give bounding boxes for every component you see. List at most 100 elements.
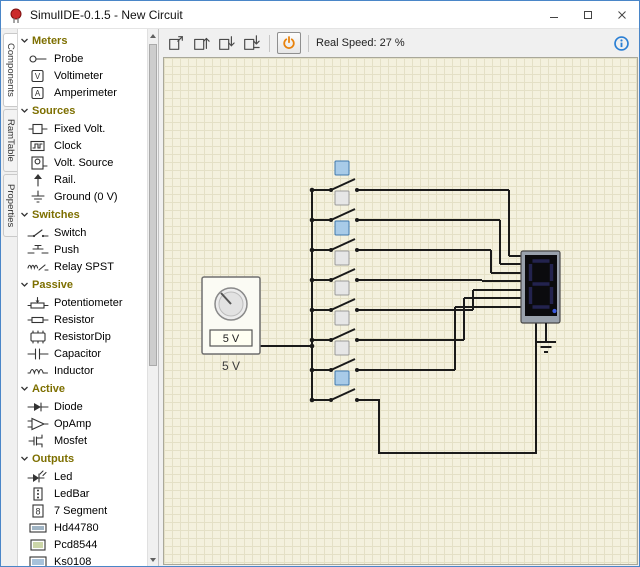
switch-toggle[interactable] xyxy=(335,311,349,325)
palette-item-label: ResistorDip xyxy=(54,331,111,343)
new-circuit-icon xyxy=(167,34,185,52)
wire-node xyxy=(310,338,315,343)
title-bar: SimulIDE-0.1.5 - New Circuit xyxy=(1,1,639,29)
palette-item-mosfet[interactable]: Mosfet xyxy=(18,432,147,449)
wire-node xyxy=(310,308,315,313)
switch-toggle[interactable] xyxy=(335,161,349,175)
switch-toggle[interactable] xyxy=(335,191,349,205)
bottom-wire xyxy=(357,323,536,453)
switch-3[interactable] xyxy=(329,221,359,252)
palette-item-resistordip[interactable]: ResistorDip xyxy=(18,328,147,345)
switch-5[interactable] xyxy=(329,281,359,312)
palette-item-amperimeter[interactable]: AAmperimeter xyxy=(18,84,147,101)
chevron-down-icon xyxy=(20,384,29,393)
palette-item-volt-source[interactable]: Volt. Source xyxy=(18,154,147,171)
switch-7[interactable] xyxy=(329,341,359,372)
palette-item-resistor[interactable]: Resistor xyxy=(18,311,147,328)
power-icon xyxy=(281,35,297,51)
category-outputs[interactable]: Outputs xyxy=(18,449,147,468)
voltage-source[interactable]: 5 V 5 V xyxy=(202,277,260,373)
scroll-up-button[interactable] xyxy=(148,29,158,42)
seven-segment-display[interactable] xyxy=(521,251,560,323)
switch-icon xyxy=(27,226,49,240)
palette-item-push[interactable]: Push xyxy=(18,241,147,258)
category-switches[interactable]: Switches xyxy=(18,205,147,224)
palette-item-clock[interactable]: Clock xyxy=(18,137,147,154)
palette-item-relay-spst[interactable]: Relay SPST xyxy=(18,258,147,275)
7segment-icon: 8 xyxy=(27,504,49,518)
palette-item-opamp[interactable]: OpAmp xyxy=(18,415,147,432)
switch-toggle[interactable] xyxy=(335,251,349,265)
side-tab-components[interactable]: Components xyxy=(3,33,17,107)
palette-item-7-segment[interactable]: 87 Segment xyxy=(18,502,147,519)
palette-item-ledbar[interactable]: LedBar xyxy=(18,485,147,502)
category-passive[interactable]: Passive xyxy=(18,275,147,294)
save-as-circuit-button[interactable] xyxy=(240,32,262,54)
palette-scrollbar[interactable] xyxy=(147,29,158,566)
palette-item-inductor[interactable]: Inductor xyxy=(18,362,147,379)
ledbar-icon xyxy=(27,487,49,501)
palette-item-switch[interactable]: Switch xyxy=(18,224,147,241)
switch-toggle[interactable] xyxy=(335,281,349,295)
palette-item-label: Led xyxy=(54,471,72,483)
switch-6[interactable] xyxy=(329,311,359,342)
palette-item-label: Probe xyxy=(54,53,83,65)
open-circuit-button[interactable] xyxy=(190,32,212,54)
palette-item-probe[interactable]: Probe xyxy=(18,50,147,67)
ground-symbol[interactable] xyxy=(536,323,556,352)
palette-item-ks0108[interactable]: Ks0108 xyxy=(18,553,147,566)
palette-item-led[interactable]: Led xyxy=(18,468,147,485)
circuit-canvas[interactable]: 5 V 5 V xyxy=(163,57,638,565)
minimize-button[interactable] xyxy=(537,1,571,28)
maximize-button[interactable] xyxy=(571,1,605,28)
palette-item-label: Hd44780 xyxy=(54,522,99,534)
category-active[interactable]: Active xyxy=(18,379,147,398)
scroll-down-button[interactable] xyxy=(148,553,158,566)
scrollbar-thumb[interactable] xyxy=(149,44,157,366)
category-label: Switches xyxy=(32,209,80,221)
side-tab-properties[interactable]: Properties xyxy=(3,174,17,237)
wire-node xyxy=(310,218,315,223)
switch-8[interactable] xyxy=(329,371,359,402)
switch-1[interactable] xyxy=(329,161,359,192)
palette-item-label: Volt. Source xyxy=(54,157,113,169)
diode-icon xyxy=(27,400,49,414)
component-palette: Meters Probe VVoltimeterAAmperimeterSource… xyxy=(18,29,159,566)
palette-item-label: Resistor xyxy=(54,314,94,326)
palette-item-rail[interactable]: Rail. xyxy=(18,171,147,188)
window-controls xyxy=(537,1,639,28)
switch-2[interactable] xyxy=(329,191,359,222)
switch-toggle[interactable] xyxy=(335,221,349,235)
palette-item-potentiometer[interactable]: Potentiometer xyxy=(18,294,147,311)
palette-item-label: Switch xyxy=(54,227,86,239)
volt-source-icon xyxy=(27,156,49,170)
close-button[interactable] xyxy=(605,1,639,28)
led-icon xyxy=(27,470,49,484)
palette-item-capacitor[interactable]: Capacitor xyxy=(18,345,147,362)
arrow-down-icon xyxy=(150,558,156,562)
palette-item-diode[interactable]: Diode xyxy=(18,398,147,415)
switch-toggle[interactable] xyxy=(335,371,349,385)
category-meters[interactable]: Meters xyxy=(18,31,147,50)
side-tab-ramtable[interactable]: RamTable xyxy=(3,109,17,172)
palette-item-fixed-volt[interactable]: Fixed Volt. xyxy=(18,120,147,137)
power-circuit-button[interactable] xyxy=(277,32,301,54)
palette-item-label: Pcd8544 xyxy=(54,539,97,551)
palette-item-voltimeter[interactable]: VVoltimeter xyxy=(18,67,147,84)
rail-icon xyxy=(27,173,49,187)
save-circuit-button[interactable] xyxy=(215,32,237,54)
category-sources[interactable]: Sources xyxy=(18,101,147,120)
new-circuit-button[interactable] xyxy=(165,32,187,54)
app-icon xyxy=(8,7,24,23)
inductor-icon xyxy=(27,364,49,378)
palette-item-ground-0-v[interactable]: Ground (0 V) xyxy=(18,188,147,205)
palette-item-pcd8544[interactable]: Pcd8544 xyxy=(18,536,147,553)
palette-item-label: Potentiometer xyxy=(54,297,122,309)
window-title: SimulIDE-0.1.5 - New Circuit xyxy=(30,8,183,22)
palette-item-hd44780[interactable]: Hd44780 xyxy=(18,519,147,536)
switch-toggle[interactable] xyxy=(335,341,349,355)
category-label: Meters xyxy=(32,35,67,47)
about-button[interactable] xyxy=(610,32,632,54)
close-icon xyxy=(617,10,627,20)
switch-4[interactable] xyxy=(329,251,359,282)
